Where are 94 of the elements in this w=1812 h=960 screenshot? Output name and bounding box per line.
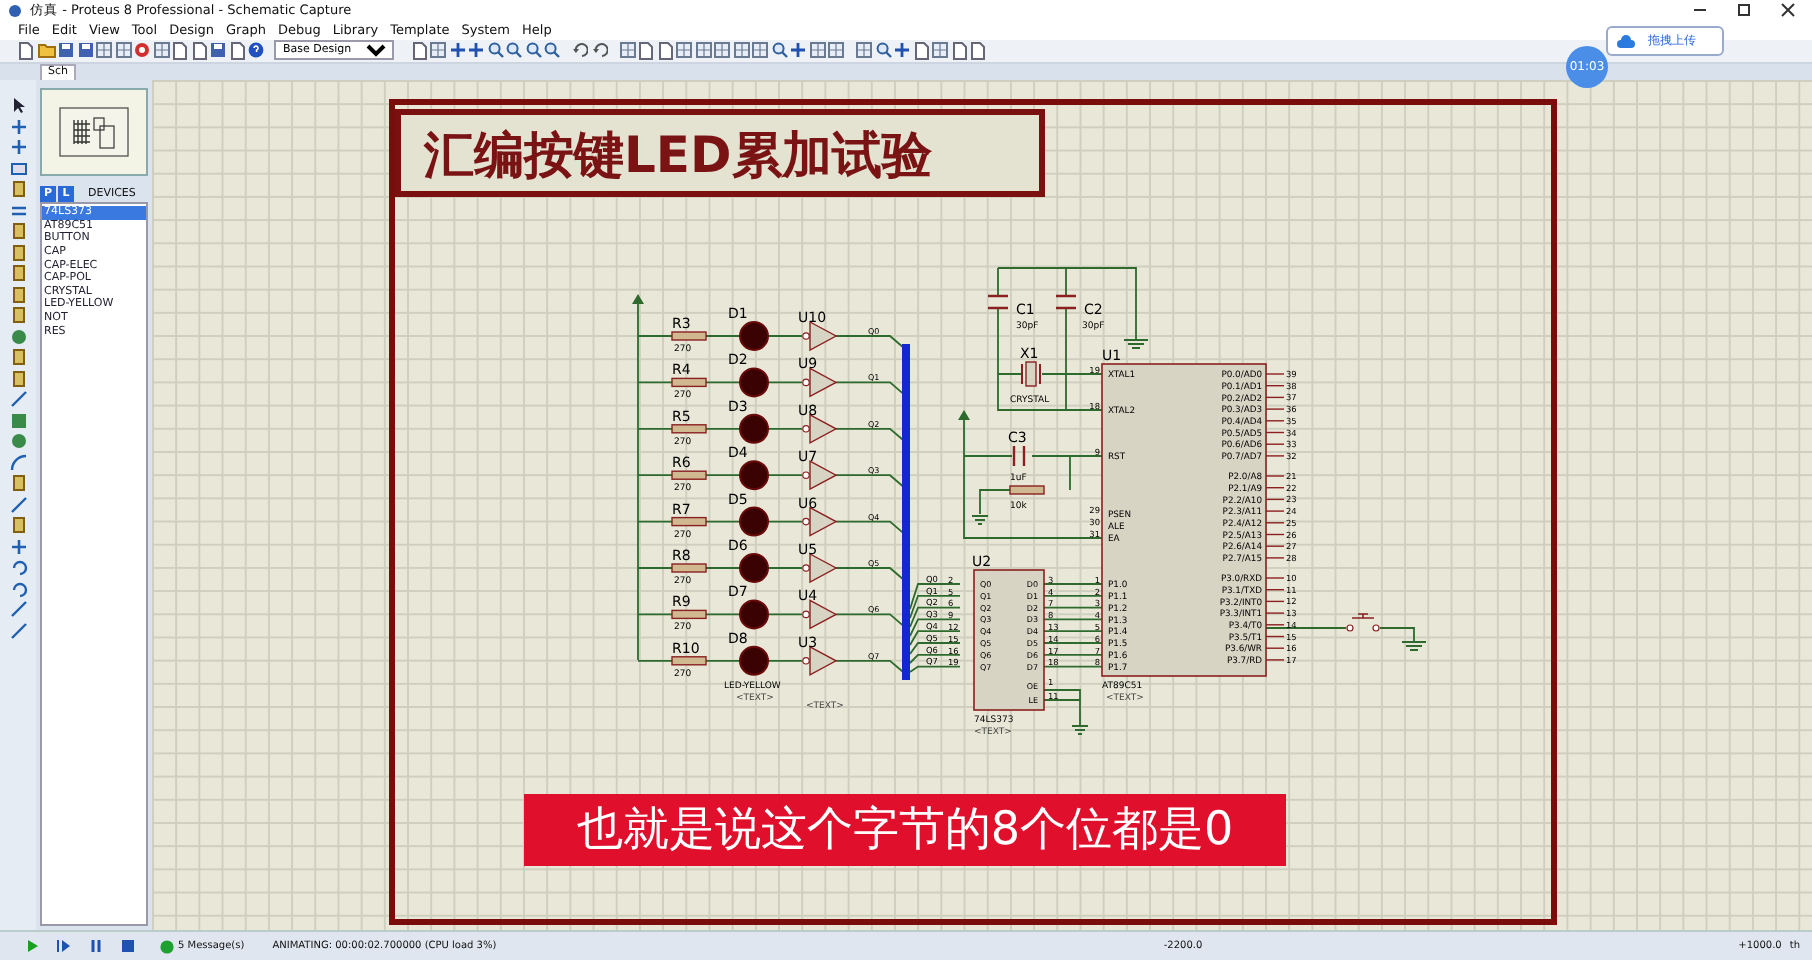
help-icon[interactable] xyxy=(248,42,264,59)
save-icon[interactable] xyxy=(210,42,226,59)
zoom-icon[interactable] xyxy=(525,42,541,59)
inverter-symbol xyxy=(802,414,838,445)
inverter-symbol xyxy=(802,321,838,352)
pointer-icon[interactable] xyxy=(9,96,27,115)
grid-icon[interactable] xyxy=(733,42,749,59)
step-icon[interactable] xyxy=(56,938,72,955)
inverter-symbol xyxy=(802,553,838,584)
capacitor-symbol xyxy=(1054,295,1078,310)
grid-icon[interactable] xyxy=(695,42,711,59)
led-symbol xyxy=(739,507,769,538)
file-icon[interactable] xyxy=(913,41,929,60)
led-symbol xyxy=(739,321,769,352)
resistor-symbol xyxy=(671,471,707,481)
grid-icon[interactable] xyxy=(115,42,131,59)
grid-icon[interactable] xyxy=(430,42,446,59)
crosshair-icon[interactable] xyxy=(449,42,465,59)
component-icon[interactable] xyxy=(9,516,27,535)
led-symbol xyxy=(739,600,769,630)
save-icon[interactable] xyxy=(77,42,93,59)
resistor-symbol xyxy=(1009,485,1045,496)
grid-icon[interactable] xyxy=(714,42,730,59)
line-icon[interactable] xyxy=(9,600,27,619)
led-symbol xyxy=(739,368,769,398)
inverter-symbol xyxy=(802,367,838,399)
close-icon[interactable] xyxy=(1780,2,1796,19)
led-symbol xyxy=(739,646,769,677)
file-icon[interactable] xyxy=(411,41,427,60)
led-symbol xyxy=(739,414,769,445)
crosshair-icon[interactable] xyxy=(790,42,806,59)
capacitor-symbol xyxy=(986,295,1010,310)
circle-icon[interactable] xyxy=(9,327,27,346)
arc-icon[interactable] xyxy=(9,453,27,472)
zoom-icon[interactable] xyxy=(506,42,522,59)
message-icon xyxy=(160,939,174,954)
crosshair-icon[interactable] xyxy=(894,42,910,59)
zoom-icon[interactable] xyxy=(771,42,787,59)
push-button-symbol xyxy=(1346,613,1380,633)
grid-icon[interactable] xyxy=(96,42,112,59)
maximize-icon[interactable] xyxy=(1736,2,1752,19)
line-icon[interactable] xyxy=(9,495,27,514)
overview-thumbnail-drawing xyxy=(58,106,130,159)
grid-icon[interactable] xyxy=(619,42,635,59)
line-icon[interactable] xyxy=(9,390,27,409)
crosshair-icon[interactable] xyxy=(468,42,484,59)
inverter-symbol xyxy=(802,646,838,677)
junction-icon[interactable] xyxy=(9,537,27,556)
resistor-symbol xyxy=(671,610,707,620)
grid-icon[interactable] xyxy=(828,42,844,59)
inverter-symbol xyxy=(802,599,838,631)
resistor-symbol xyxy=(671,517,707,527)
junction-icon[interactable] xyxy=(9,117,27,136)
resistor-symbol xyxy=(671,656,707,667)
led-symbol xyxy=(739,460,769,491)
zoom-icon[interactable] xyxy=(487,42,503,59)
resistor-symbol xyxy=(671,378,707,388)
overview-window[interactable] xyxy=(40,88,148,177)
resistor-symbol xyxy=(671,563,707,574)
capacitor-symbol xyxy=(1012,445,1026,468)
junction-icon[interactable] xyxy=(9,138,27,157)
crystal-symbol xyxy=(1021,361,1041,388)
app-icon xyxy=(8,3,22,18)
grid-icon[interactable] xyxy=(856,42,872,59)
play-icon[interactable] xyxy=(24,938,40,955)
resistor-symbol xyxy=(671,424,707,435)
pause-icon[interactable] xyxy=(88,938,104,955)
circle-icon[interactable] xyxy=(9,432,27,451)
inverter-symbol xyxy=(802,507,838,538)
component-icon[interactable] xyxy=(9,180,27,199)
led-symbol xyxy=(739,553,769,584)
video-subtitle: 也就是说这个字节的8个位都是0 xyxy=(524,794,1286,866)
grid-icon[interactable] xyxy=(932,42,948,59)
grid-icon[interactable] xyxy=(153,42,169,59)
resistor-symbol xyxy=(671,331,707,342)
file-icon[interactable] xyxy=(18,41,34,60)
zoom-icon[interactable] xyxy=(544,42,560,59)
save-icon[interactable] xyxy=(58,42,74,59)
bus-icon[interactable] xyxy=(9,201,27,220)
grid-icon[interactable] xyxy=(809,42,825,59)
grid-icon[interactable] xyxy=(752,42,768,59)
square-icon[interactable] xyxy=(9,411,27,430)
grid-icon[interactable] xyxy=(676,42,692,59)
zoom-icon[interactable] xyxy=(875,42,891,59)
latch-chip xyxy=(973,569,1045,712)
stop-icon[interactable] xyxy=(120,938,136,955)
line-icon[interactable] xyxy=(9,621,27,640)
component-icon[interactable] xyxy=(9,474,27,493)
inverter-symbol xyxy=(802,460,838,491)
file-icon[interactable] xyxy=(229,41,245,60)
cloud-icon xyxy=(1616,33,1636,49)
target-icon[interactable] xyxy=(134,42,150,59)
label-icon[interactable] xyxy=(9,159,27,178)
schematic-title: 汇编按键LED累加试验 xyxy=(424,126,932,185)
